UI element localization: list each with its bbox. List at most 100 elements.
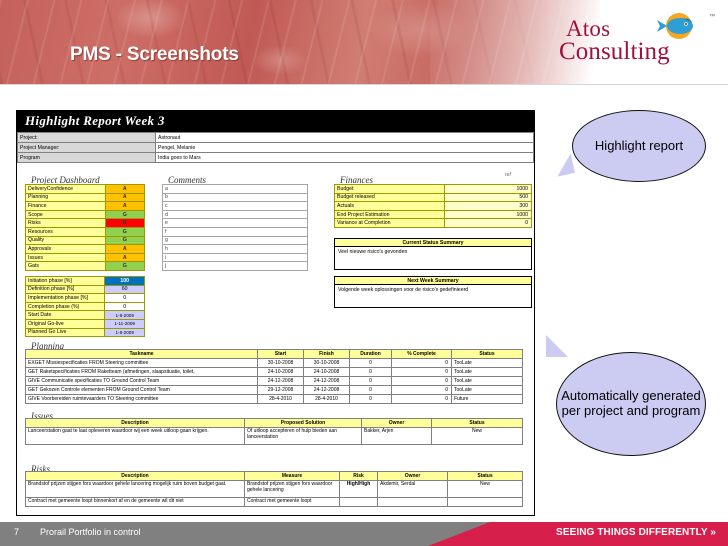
table-row: Risks R	[25, 218, 145, 228]
task-finish: 28-4-2010	[303, 394, 350, 404]
dashboard-rag-value[interactable]: A	[104, 184, 145, 194]
dashboard-rag-value[interactable]: A	[104, 244, 145, 254]
dashboard-rag-value[interactable]: A	[104, 192, 145, 203]
callout-tail-highlight-report	[553, 153, 575, 177]
table-header-row: Taskname Start Finish Duration % Complet…	[25, 349, 523, 359]
col-complete: % Complete	[391, 349, 452, 359]
meta-label: Project Manager:	[17, 142, 156, 153]
finance-value[interactable]: 1000	[444, 184, 532, 194]
footer-bar: 7 Prorail Portfolio in control SEEING TH…	[0, 522, 728, 546]
risk-owner: Akdemir, Serdal	[377, 480, 448, 498]
task-name: GIVE Voorbereiden ruimtevaarders TO Stee…	[25, 394, 258, 404]
next-week-summary-header: Next Week Summary	[335, 277, 531, 285]
dashboard-label: Planning	[25, 192, 106, 203]
table-row: Scope G	[25, 209, 145, 220]
phase-label: Original Go-live	[24, 318, 106, 329]
finance-label: End Project Estimation	[334, 209, 445, 220]
dashboard-rag-value[interactable]: G	[104, 261, 145, 271]
comment-cell[interactable]: j	[162, 261, 308, 271]
phase-label: Initiation phase [%]	[24, 276, 106, 286]
table-row: Start Date 1-8-2009	[24, 310, 145, 320]
table-row: Contract met gemeente loopt binnenkort a…	[25, 497, 523, 507]
issue-description: Lanceerstation gaat te laat opleveren wa…	[25, 427, 245, 445]
task-duration: 0	[349, 385, 392, 395]
table-row: Approvals A	[25, 244, 145, 254]
phase-value[interactable]: 0	[104, 293, 145, 303]
task-finish: 30-10-2008	[303, 358, 350, 368]
trademark-symbol: ™	[709, 14, 715, 20]
status-badge: TooLate	[451, 376, 523, 386]
risk-measure: Contract met gemeente loopt	[244, 497, 340, 507]
col-taskname: Taskname	[25, 349, 258, 359]
phase-value[interactable]: 0	[104, 301, 145, 312]
dashboard-rag-value[interactable]: G	[104, 226, 145, 237]
risk-description: Contract met gemeente loopt binnenkort a…	[25, 497, 245, 507]
comment-cell[interactable]: i	[162, 252, 308, 263]
phase-label: Definition phase [%]	[24, 284, 106, 295]
table-row: GIVE Communicatie specificaties TO Groun…	[25, 376, 523, 386]
callout-auto-generated: Automatically generated per project and …	[556, 352, 706, 456]
dashboard-label: Approvals	[25, 244, 106, 254]
dashboard-label: Risks	[25, 218, 106, 228]
col-description: Description	[25, 418, 245, 428]
finance-value[interactable]: 0	[444, 218, 532, 228]
task-start: 28-4-2010	[257, 394, 304, 404]
table-row: Completion phase (%) 0	[24, 301, 145, 312]
comment-cell[interactable]: e	[162, 218, 308, 228]
task-finish: 24-10-2008	[303, 367, 350, 377]
finances-ref-label: ref	[505, 172, 511, 178]
comment-cell[interactable]: d	[162, 209, 308, 220]
finance-value[interactable]: 500	[444, 192, 532, 203]
table-row: GET Gekozen Controle elementen FROM Grou…	[25, 385, 523, 395]
dashboard-rag-value[interactable]: R	[104, 218, 145, 228]
list-item: b	[162, 192, 308, 203]
meta-value[interactable]: India goes to Mars	[155, 152, 534, 163]
risk-owner	[377, 497, 448, 507]
footer-label: Prorail Portfolio in control	[40, 527, 141, 537]
dashboard-label: Quality	[25, 235, 106, 246]
dashboard-rag-value[interactable]: A	[104, 201, 145, 211]
phase-value[interactable]: 1-11-2009	[104, 318, 145, 329]
phase-value[interactable]: 1-8-2009	[104, 310, 145, 320]
finance-value[interactable]: 1000	[444, 209, 532, 220]
page-title: PMS - Screenshots	[70, 44, 239, 65]
dashboard-rag-value[interactable]: A	[104, 252, 145, 263]
phase-value[interactable]: 60	[104, 284, 145, 295]
current-status-summary-body[interactable]: Veel nieuwe risico's gevonden	[335, 247, 531, 257]
comment-cell[interactable]: g	[162, 235, 308, 246]
report-meta-table: Project: Astronaut Project Manager: Peng…	[17, 132, 534, 163]
comment-cell[interactable]: b	[162, 192, 308, 203]
table-row: Budget released 500	[334, 192, 532, 203]
task-complete: 0	[391, 367, 452, 377]
phase-value[interactable]: 1-8-2009	[104, 327, 145, 338]
finance-value[interactable]: 300	[444, 201, 532, 211]
finances-table: Budget 1000 Budget released 500 Actuals 300…	[334, 184, 532, 228]
phase-value[interactable]: 100	[104, 276, 145, 286]
meta-value[interactable]: Astronaut	[155, 132, 534, 143]
task-start: 24-12-2008	[257, 376, 304, 386]
comment-cell[interactable]: h	[162, 244, 308, 254]
comment-cell[interactable]: c	[162, 201, 308, 211]
project-phases-table: Initiation phase [%] 100 Definition phase…	[24, 276, 145, 338]
col-status: Status	[431, 418, 523, 428]
comment-cell[interactable]: f	[162, 226, 308, 237]
project-dashboard-table: DeliveryConfidence A Planning A Finance A S…	[25, 184, 145, 271]
list-item: g	[162, 235, 308, 246]
task-finish: 24-12-2008	[303, 385, 350, 395]
table-header-row: Description Measure Risk Owner Status	[25, 471, 523, 481]
dashboard-rag-value[interactable]: G	[104, 209, 145, 220]
next-week-summary-body[interactable]: Volgende week oplossingen voor de risico…	[335, 285, 531, 295]
dashboard-rag-value[interactable]: G	[104, 235, 145, 246]
table-row: Implementation phase [%] 0	[24, 293, 145, 303]
table-row: Actuals 300	[334, 201, 532, 211]
comment-cell[interactable]: a	[162, 184, 308, 194]
task-duration: 0	[349, 376, 392, 386]
table-row: Variance at Completion 0	[334, 218, 532, 228]
task-finish: 24-12-2008	[303, 376, 350, 386]
report-title: Highlight Report Week 3	[17, 111, 534, 132]
table-row: Budget 1000	[334, 184, 532, 194]
meta-value[interactable]: Pengel, Melanie	[155, 142, 534, 153]
task-complete: 0	[391, 385, 452, 395]
issue-status: New	[431, 427, 523, 445]
dashboard-label: Gats	[25, 261, 106, 271]
